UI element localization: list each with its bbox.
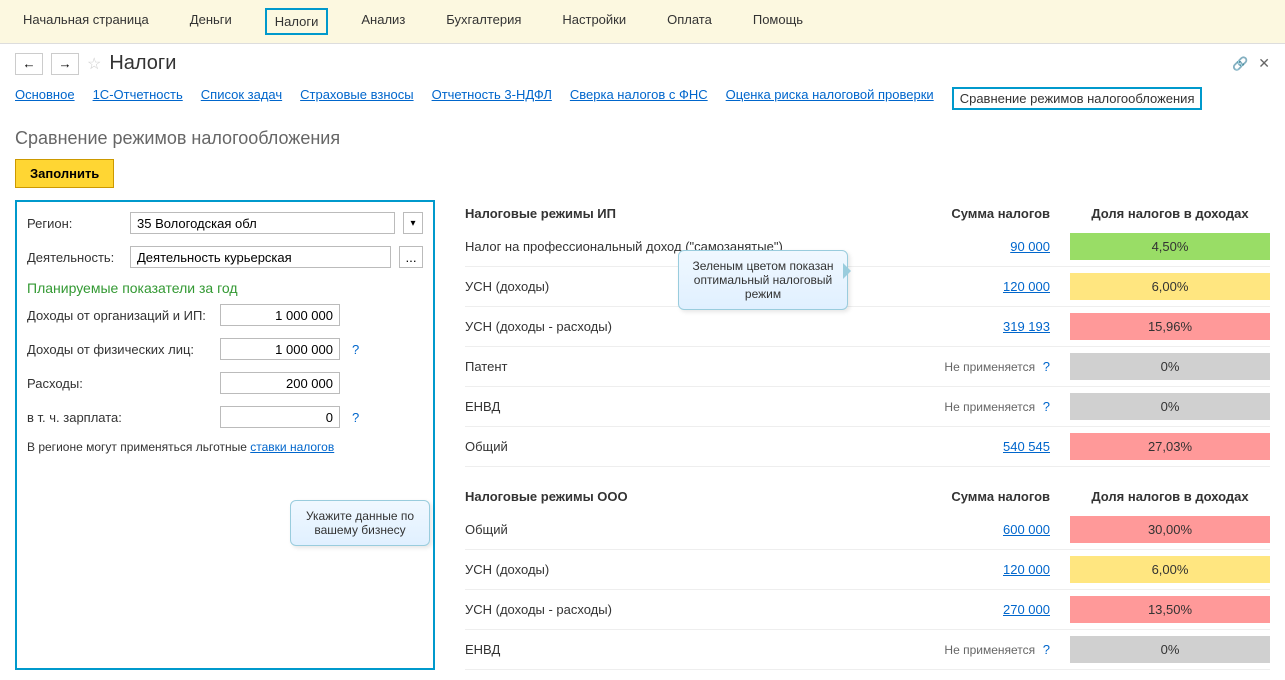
toolbar: ← → ☆ Налоги 🔗 ✕ [0, 44, 1285, 83]
person-income-input[interactable] [220, 338, 340, 360]
tax-sum-link[interactable]: 90 000 [1010, 239, 1050, 254]
tax-name: УСН (доходы - расходы) [465, 319, 920, 334]
tax-name: Общий [465, 522, 920, 537]
na-help-icon[interactable]: ? [1043, 642, 1050, 657]
planned-heading: Планируемые показатели за год [27, 280, 423, 296]
close-icon[interactable]: ✕ [1258, 55, 1270, 72]
region-input[interactable] [130, 212, 395, 234]
salary-input[interactable] [220, 406, 340, 428]
tax-share-cell: 0% [1070, 353, 1270, 380]
person-income-help-icon[interactable]: ? [352, 342, 359, 357]
tax-row: Общий 600 000 30,00% [465, 510, 1270, 550]
tax-sum-link[interactable]: 600 000 [1003, 522, 1050, 537]
tax-sum-link[interactable]: 120 000 [1003, 279, 1050, 294]
top-menu-item[interactable]: Бухгалтерия [438, 8, 529, 35]
tax-name: ЕНВД [465, 399, 920, 414]
tax-share-cell: 6,00% [1070, 273, 1270, 300]
nav-back-button[interactable]: ← [15, 53, 43, 75]
tax-row: ЕНВД Не применяется ? 0% [465, 630, 1270, 670]
tax-share-cell: 6,00% [1070, 556, 1270, 583]
top-menu: Начальная страница Деньги Налоги Анализ Бухг… [0, 0, 1285, 44]
org-income-label: Доходы от организаций и ИП: [27, 308, 212, 323]
tax-share-cell: 0% [1070, 393, 1270, 420]
tax-share-cell: 13,50% [1070, 596, 1270, 623]
sub-tab[interactable]: Страховые взносы [300, 87, 413, 110]
tax-share-cell: 27,03% [1070, 433, 1270, 460]
salary-label: в т. ч. зарплата: [27, 410, 212, 425]
tax-share-cell: 15,96% [1070, 313, 1270, 340]
sub-tab[interactable]: Отчетность 3-НДФЛ [432, 87, 552, 110]
tax-share-cell: 4,50% [1070, 233, 1270, 260]
sub-tab[interactable]: Сверка налогов с ФНС [570, 87, 708, 110]
tax-share-cell: 30,00% [1070, 516, 1270, 543]
na-help-icon[interactable]: ? [1043, 359, 1050, 374]
tax-na-text: Не применяется [944, 360, 1035, 374]
callout-input-hint: Укажите данные по вашему бизнесу [290, 500, 430, 546]
tax-na-text: Не применяется [944, 400, 1035, 414]
results-panel: Налоговые режимы ИП Сумма налогов Доля н… [465, 200, 1270, 670]
link-icon[interactable]: 🔗 [1232, 56, 1248, 72]
favorite-star-icon[interactable]: ☆ [87, 54, 101, 74]
tax-rates-link[interactable]: ставки налогов [250, 440, 334, 454]
tax-sum-link[interactable]: 270 000 [1003, 602, 1050, 617]
tax-name: Общий [465, 439, 920, 454]
region-dropdown-button[interactable]: ▾ [403, 212, 423, 234]
activity-browse-button[interactable]: ... [399, 246, 423, 268]
tax-row: ЕНВД Не применяется ? 0% [465, 387, 1270, 427]
tax-row: УСН (доходы - расходы) 270 000 13,50% [465, 590, 1270, 630]
top-menu-item[interactable]: Оплата [659, 8, 720, 35]
activity-input[interactable] [130, 246, 391, 268]
expenses-label: Расходы: [27, 376, 212, 391]
sub-tab[interactable]: Основное [15, 87, 75, 110]
sub-tab[interactable]: Сравнение режимов налогообложения [952, 87, 1203, 110]
top-menu-item[interactable]: Начальная страница [15, 8, 157, 35]
sub-tab[interactable]: 1С-Отчетность [93, 87, 183, 110]
expenses-input[interactable] [220, 372, 340, 394]
top-menu-item[interactable]: Деньги [182, 8, 240, 35]
tax-row: УСН (доходы) 120 000 6,00% [465, 267, 1270, 307]
input-panel: Регион: ▾ Деятельность: ... Планируемые … [15, 200, 435, 670]
table-header-sum: Сумма налогов [920, 206, 1070, 221]
tax-name: ЕНВД [465, 642, 920, 657]
tax-row: Общий 540 545 27,03% [465, 427, 1270, 467]
tax-name: УСН (доходы) [465, 562, 920, 577]
sub-tabs: Основное 1С-Отчетность Список задач Страхов… [0, 83, 1285, 118]
tax-row: Налог на профессиональный доход ("самоза… [465, 227, 1270, 267]
sub-tab[interactable]: Оценка риска налоговой проверки [726, 87, 934, 110]
footer-note: В регионе могут применяться льготные ста… [27, 440, 423, 454]
tax-sum-link[interactable]: 319 193 [1003, 319, 1050, 334]
tax-row: УСН (доходы) 120 000 6,00% [465, 550, 1270, 590]
tax-row: Патент Не применяется ? 0% [465, 347, 1270, 387]
tax-na-text: Не применяется [944, 643, 1035, 657]
region-label: Регион: [27, 216, 122, 231]
salary-help-icon[interactable]: ? [352, 410, 359, 425]
tax-sum-link[interactable]: 540 545 [1003, 439, 1050, 454]
tax-row: УСН (доходы - расходы) 319 193 15,96% [465, 307, 1270, 347]
page-title: Налоги [109, 52, 176, 75]
tax-share-cell: 0% [1070, 636, 1270, 663]
table-header-share: Доля налогов в доходах [1070, 206, 1270, 221]
org-income-input[interactable] [220, 304, 340, 326]
fill-button[interactable]: Заполнить [15, 159, 114, 188]
activity-label: Деятельность: [27, 250, 122, 265]
nav-forward-button[interactable]: → [51, 53, 79, 75]
section-title: Сравнение режимов налогообложения [15, 128, 1270, 149]
top-menu-item[interactable]: Налоги [265, 8, 329, 35]
table-header-name: Налоговые режимы ИП [465, 206, 920, 221]
table-header-share: Доля налогов в доходах [1070, 489, 1270, 504]
table-header-sum: Сумма налогов [920, 489, 1070, 504]
tax-name: Патент [465, 359, 920, 374]
top-menu-item[interactable]: Помощь [745, 8, 811, 35]
top-menu-item[interactable]: Анализ [353, 8, 413, 35]
tax-sum-link[interactable]: 120 000 [1003, 562, 1050, 577]
sub-tab[interactable]: Список задач [201, 87, 282, 110]
na-help-icon[interactable]: ? [1043, 399, 1050, 414]
top-menu-item[interactable]: Настройки [554, 8, 634, 35]
table-header-name: Налоговые режимы ООО [465, 489, 920, 504]
callout-optimal-hint: Зеленым цветом показан оптимальный налог… [678, 250, 848, 310]
person-income-label: Доходы от физических лиц: [27, 342, 212, 357]
tax-name: УСН (доходы - расходы) [465, 602, 920, 617]
